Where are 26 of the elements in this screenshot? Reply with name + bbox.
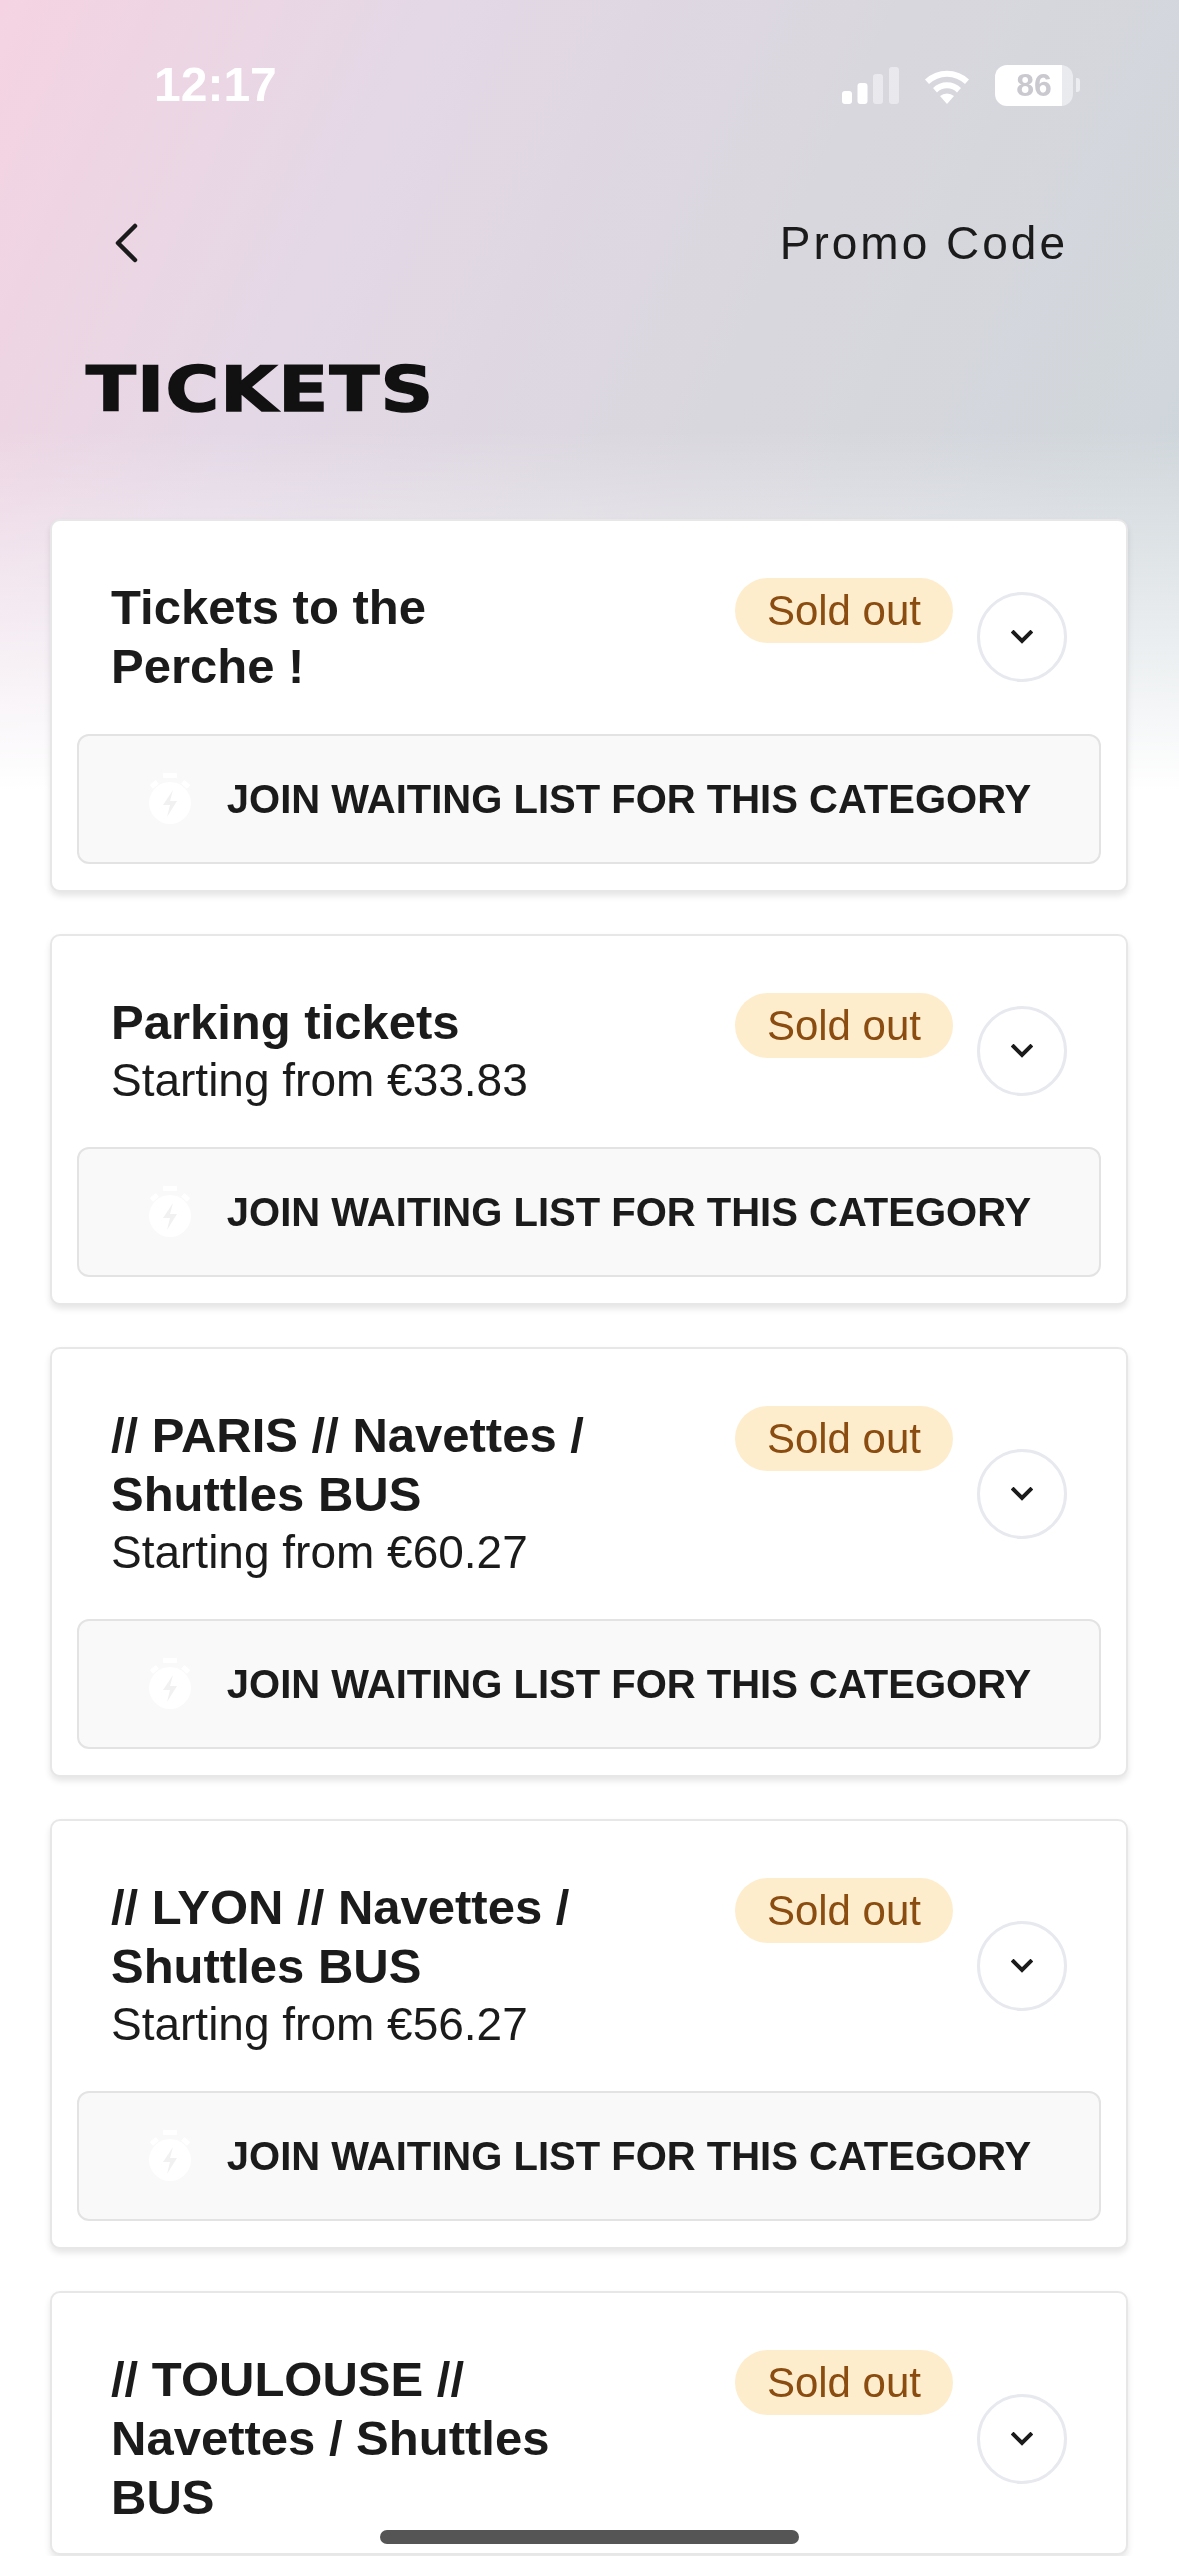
sold-out-badge: Sold out: [734, 2350, 953, 2415]
join-waiting-list-button[interactable]: JOIN WAITING LIST FOR THIS CATEGORY: [77, 1619, 1101, 1749]
chevron-down-icon: [1011, 1044, 1033, 1058]
join-waiting-list-button[interactable]: JOIN WAITING LIST FOR THIS CATEGORY: [77, 734, 1101, 864]
chevron-down-icon: [1011, 1486, 1033, 1501]
signal-icon: [842, 66, 899, 104]
category-title: Parking tickets: [111, 994, 460, 1051]
starting-price: Starting from €60.27: [111, 1525, 528, 1580]
category-title: Tickets to the Perche !: [111, 579, 427, 695]
chevron-left-icon[interactable]: [113, 223, 139, 263]
chevron-down-icon: [1011, 630, 1033, 644]
chevron-down-icon: [1011, 2431, 1033, 2446]
sold-out-badge: Sold out: [734, 993, 953, 1058]
category-title: // LYON // Navettes / Shuttles BUS: [111, 1879, 571, 1995]
page-title: TICKETS: [86, 359, 435, 421]
join-waiting-list-button[interactable]: JOIN WAITING LIST FOR THIS CATEGORY: [77, 2091, 1101, 2221]
sold-out-badge: Sold out: [734, 578, 953, 643]
category-title: // TOULOUSE // Navettes / Shuttles BUS: [111, 2351, 551, 2526]
chevron-down-icon: [1011, 1958, 1033, 1973]
starting-price: Starting from €56.27: [111, 1997, 528, 2052]
sold-out-badge: Sold out: [734, 1406, 953, 1471]
sold-out-badge: Sold out: [734, 1878, 953, 1943]
promo-code-link[interactable]: Promo Code: [779, 216, 1068, 270]
join-waiting-list-button[interactable]: JOIN WAITING LIST FOR THIS CATEGORY: [77, 1147, 1101, 1277]
starting-price: Starting from €33.83: [111, 1053, 528, 1108]
category-title: // PARIS // Navettes / Shuttles BUS: [111, 1407, 585, 1523]
